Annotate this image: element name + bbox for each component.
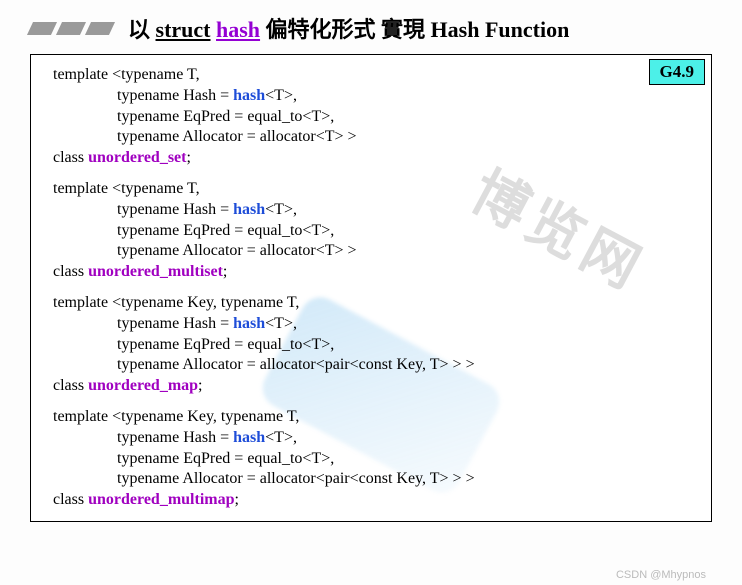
code-line: template <typename Key, typename T, <box>53 293 689 314</box>
code-line: typename Allocator = allocator<pair<cons… <box>53 469 689 490</box>
bar-icon <box>27 22 57 35</box>
class-name: unordered_map <box>88 377 198 394</box>
class-name: unordered_multimap <box>88 491 234 508</box>
template-block: template <typename Key, typename T, type… <box>53 293 689 397</box>
title-struct: struct <box>156 17 211 42</box>
hash-keyword: hash <box>233 87 265 104</box>
template-block: template <typename T, typename Hash = ha… <box>53 179 689 283</box>
code-content: template <typename T, typename Hash = ha… <box>53 65 689 511</box>
credit-text: CSDN @Mhypnos <box>616 569 706 581</box>
hash-keyword: hash <box>233 201 265 218</box>
code-line: template <typename T, <box>53 179 689 200</box>
code-line: typename Allocator = allocator<T> > <box>53 127 689 148</box>
template-block: template <typename Key, typename T, type… <box>53 407 689 511</box>
title-row: 以 struct hash 偏特化形式 實現 Hash Function <box>30 12 712 44</box>
code-line: typename EqPred = equal_to<T>, <box>53 107 689 128</box>
bar-icon <box>85 22 115 35</box>
title-hash: hash <box>216 17 260 42</box>
code-line: typename Allocator = allocator<T> > <box>53 241 689 262</box>
code-line: typename Hash = hash<T>, <box>53 428 689 449</box>
code-line: template <typename Key, typename T, <box>53 407 689 428</box>
code-line: template <typename T, <box>53 65 689 86</box>
template-block: template <typename T, typename Hash = ha… <box>53 65 689 169</box>
code-line: typename Hash = hash<T>, <box>53 314 689 335</box>
code-line: typename EqPred = equal_to<T>, <box>53 221 689 242</box>
title-suffix: 偏特化形式 實現 Hash Function <box>260 17 569 42</box>
class-name: unordered_multiset <box>88 263 223 280</box>
class-name: unordered_set <box>88 149 186 166</box>
hash-keyword: hash <box>233 315 265 332</box>
code-line: class unordered_multiset; <box>53 262 689 283</box>
code-line: typename Hash = hash<T>, <box>53 200 689 221</box>
bar-icon <box>56 22 86 35</box>
code-line: class unordered_set; <box>53 148 689 169</box>
code-line: class unordered_multimap; <box>53 490 689 511</box>
code-line: typename EqPred = equal_to<T>, <box>53 335 689 356</box>
hash-keyword: hash <box>233 429 265 446</box>
code-line: typename Hash = hash<T>, <box>53 86 689 107</box>
code-line: class unordered_map; <box>53 376 689 397</box>
page-title: 以 struct hash 偏特化形式 實現 Hash Function <box>128 12 569 44</box>
decorative-bars <box>30 22 112 35</box>
code-line: typename EqPred = equal_to<T>, <box>53 449 689 470</box>
code-line: typename Allocator = allocator<pair<cons… <box>53 355 689 376</box>
code-box: G4.9 博览网 template <typename T, typename … <box>30 54 712 522</box>
title-prefix: 以 <box>128 17 156 42</box>
